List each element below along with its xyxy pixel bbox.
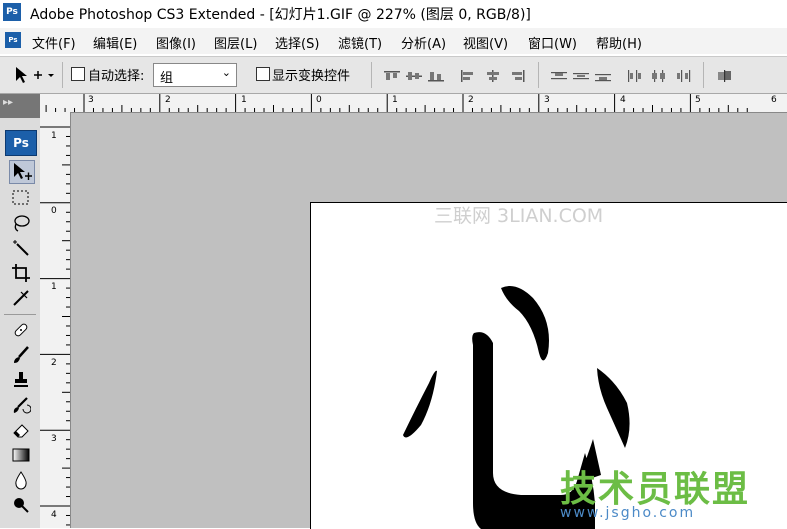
auto-select-value: 组 xyxy=(160,71,174,86)
auto-select-checkbox[interactable] xyxy=(71,67,85,81)
align-horizontal-center-icon[interactable] xyxy=(484,70,502,82)
ruler-top-label: 2 xyxy=(165,95,171,105)
distribute-horizontal-center-icon[interactable] xyxy=(650,70,668,82)
options-bar: 自动选择: 组 ⌄ 显示变换控件 xyxy=(0,56,787,94)
distribute-bottom-icon[interactable] xyxy=(594,70,612,82)
chevron-down-icon: ⌄ xyxy=(221,66,231,79)
ruler-top-label: 2 xyxy=(468,95,474,105)
align-bottom-icon[interactable] xyxy=(427,70,445,82)
ruler-left-label: 1 xyxy=(51,131,57,141)
distribute-left-icon[interactable] xyxy=(626,70,644,82)
options-separator xyxy=(538,62,539,88)
ruler-left-label: 0 xyxy=(51,206,57,216)
ruler-top-label: 5 xyxy=(695,95,701,105)
brush-tool-icon[interactable] xyxy=(11,345,31,365)
menu-select[interactable]: 选择(S) xyxy=(275,33,319,52)
menu-window[interactable]: 窗口(W) xyxy=(528,33,577,52)
move-tool-preset-icon[interactable] xyxy=(12,65,56,85)
watermark-site-url: www.jsgho.com xyxy=(560,505,696,521)
ruler-left-label: 3 xyxy=(51,434,57,444)
lasso-tool-icon[interactable] xyxy=(11,213,31,233)
show-transform-label: 显示变换控件 xyxy=(272,69,351,84)
collapse-icon[interactable]: ▸▸ xyxy=(3,97,13,108)
menu-document-icon[interactable]: Ps xyxy=(5,32,21,48)
menu-analysis[interactable]: 分析(A) xyxy=(401,33,446,52)
ruler-left-label: 4 xyxy=(51,510,57,520)
ruler-top-label: 6 xyxy=(771,95,777,105)
blur-tool-icon[interactable] xyxy=(11,470,31,490)
ruler-left-label: 1 xyxy=(51,282,57,292)
menu-filter[interactable]: 滤镜(T) xyxy=(338,33,382,52)
menu-bar: Ps 文件(F) 编辑(E) 图像(I) 图层(L) 选择(S) 滤镜(T) 分… xyxy=(0,28,787,54)
align-left-icon[interactable] xyxy=(460,70,478,82)
crop-tool-icon[interactable] xyxy=(11,263,31,283)
move-tool-icon[interactable] xyxy=(9,160,35,184)
menu-help[interactable]: 帮助(H) xyxy=(596,33,642,52)
magic-wand-tool-icon[interactable] xyxy=(11,238,31,258)
ruler-left-label: 2 xyxy=(51,358,57,368)
auto-select-dropdown[interactable]: 组 ⌄ xyxy=(153,63,237,87)
menu-view[interactable]: 视图(V) xyxy=(463,33,508,52)
options-separator xyxy=(62,62,63,88)
toolbox-logo-icon[interactable]: Ps xyxy=(5,130,37,156)
slice-tool-icon[interactable] xyxy=(11,288,31,308)
eraser-tool-icon[interactable] xyxy=(11,420,31,440)
distribute-right-icon[interactable] xyxy=(674,70,692,82)
align-vertical-center-icon[interactable] xyxy=(405,70,423,82)
healing-brush-tool-icon[interactable] xyxy=(11,320,31,340)
marquee-tool-icon[interactable] xyxy=(11,188,31,208)
toolbox-header[interactable]: ▸▸ xyxy=(0,94,40,118)
toolbox-separator xyxy=(4,314,36,315)
clone-stamp-tool-icon[interactable] xyxy=(11,370,31,390)
toolbox: Ps xyxy=(0,118,41,528)
gradient-tool-icon[interactable] xyxy=(11,445,31,465)
title-bar: Ps Adobe Photoshop CS3 Extended - [幻灯片1.… xyxy=(0,0,787,26)
ruler-vertical[interactable]: 1 0 1 2 3 4 xyxy=(40,112,71,528)
ruler-horizontal[interactable]: 3 2 1 0 1 2 3 4 5 6 xyxy=(40,94,787,113)
options-separator xyxy=(703,62,704,88)
ruler-top-label: 3 xyxy=(88,95,94,105)
history-brush-tool-icon[interactable] xyxy=(11,395,31,415)
photoshop-logo-icon[interactable]: Ps xyxy=(3,3,21,21)
ruler-top-label: 1 xyxy=(241,95,247,105)
distribute-vertical-center-icon[interactable] xyxy=(572,70,590,82)
ruler-horizontal-ticks xyxy=(45,94,748,112)
align-right-icon[interactable] xyxy=(508,70,526,82)
menu-edit[interactable]: 编辑(E) xyxy=(93,33,137,52)
ruler-top-label: 4 xyxy=(620,95,626,105)
show-transform-checkbox[interactable] xyxy=(256,67,270,81)
align-top-icon[interactable] xyxy=(383,70,401,82)
watermark-3lian: 三联网 3LIAN.COM xyxy=(434,205,604,227)
ruler-top-label: 0 xyxy=(316,95,322,105)
ruler-top-label: 1 xyxy=(392,95,398,105)
auto-select-label: 自动选择: xyxy=(88,69,145,84)
ruler-top-label: 3 xyxy=(544,95,550,105)
distribute-top-icon[interactable] xyxy=(550,70,568,82)
menu-layer[interactable]: 图层(L) xyxy=(214,33,257,52)
window-title: Adobe Photoshop CS3 Extended - [幻灯片1.GIF… xyxy=(30,7,531,23)
dodge-tool-icon[interactable] xyxy=(11,495,31,515)
options-separator xyxy=(371,62,372,88)
auto-align-layers-icon[interactable] xyxy=(716,70,734,82)
menu-image[interactable]: 图像(I) xyxy=(156,33,196,52)
menu-file[interactable]: 文件(F) xyxy=(32,33,76,52)
ruler-vertical-ticks xyxy=(40,126,70,526)
